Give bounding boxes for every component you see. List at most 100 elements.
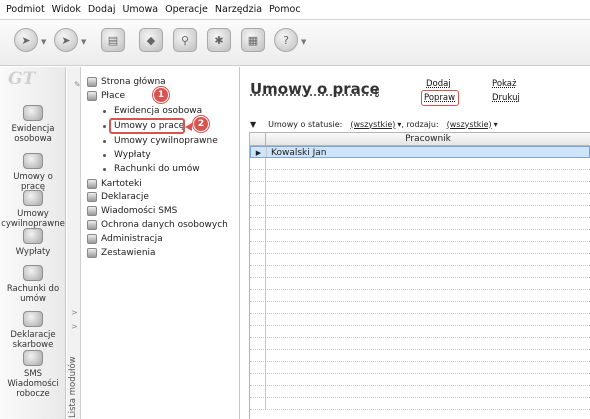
empty-row: [250, 326, 590, 338]
tree-item-deklaracje[interactable]: Deklaracje: [87, 192, 149, 202]
menu-podmiot[interactable]: Podmiot: [6, 4, 45, 15]
module-label: Umowy o pracę: [13, 172, 53, 192]
empty-cell: [266, 182, 590, 193]
menu-operacje[interactable]: Operacje: [165, 4, 208, 15]
module-umowy-o-prace[interactable]: Umowy o pracę: [0, 153, 66, 192]
row-header: [250, 194, 266, 205]
forward-dropdown-icon[interactable]: ▼: [81, 38, 86, 46]
module-deklaracje-skarbowe[interactable]: Deklaracje skarbowe: [0, 311, 66, 350]
tree-item-label: Rachunki do umów: [114, 164, 200, 174]
module-sms[interactable]: SMS Wiadomości robocze: [0, 350, 66, 399]
menu-widok[interactable]: Widok: [52, 4, 81, 15]
row-header: [250, 158, 266, 169]
module-rachunki-do-umow[interactable]: Rachunki do umów: [0, 265, 66, 304]
rodzaj-filter-select[interactable]: (wszystkie): [447, 120, 492, 129]
highlight-box-umowy-o-prace: [109, 118, 185, 134]
tree-item-wyplaty[interactable]: Wypłaty: [103, 150, 151, 160]
empty-row: [250, 182, 590, 194]
row-header: [250, 350, 266, 361]
sms-phone-icon: [23, 350, 43, 366]
chevron-down-icon[interactable]: ▾: [494, 120, 498, 129]
module-label: Rachunki do umów: [6, 284, 60, 304]
chevron-down-icon[interactable]: ▾: [374, 86, 378, 95]
empty-cell: [266, 170, 590, 181]
empty-row: [250, 266, 590, 278]
tree-item-label: Deklaracje: [101, 192, 149, 202]
module-umowy-cywilnoprawne[interactable]: Umowy cywilnoprawne: [0, 190, 66, 229]
status-filter-select[interactable]: (wszystkie): [350, 120, 395, 129]
menu-dodaj[interactable]: Dodaj: [88, 4, 116, 15]
menu-narzedzia[interactable]: Narzędzia: [215, 4, 262, 15]
bullet-icon: [103, 167, 106, 171]
add-link[interactable]: Dodaj: [426, 79, 451, 89]
row-header: [250, 290, 266, 301]
app-logo: GT: [8, 69, 36, 89]
folder-icon: [87, 179, 97, 189]
step-badge-1: 1: [153, 87, 169, 103]
search-people-icon[interactable]: ⚲: [173, 28, 197, 52]
row-header: [250, 182, 266, 193]
tree-item-label: Ewidencja osobowa: [114, 106, 203, 116]
tree-item-rachunki-do-umow[interactable]: Rachunki do umów: [103, 164, 200, 174]
tree-item-label: Ochrona danych osobowych: [101, 220, 228, 230]
chevron-right-icon[interactable]: >: [71, 322, 78, 331]
document-icon[interactable]: ▤: [101, 28, 125, 52]
empty-cell: [266, 350, 590, 361]
tree-item-strona-glowna[interactable]: Strona główna: [87, 77, 166, 87]
page-title[interactable]: Umowy o pracę: [250, 80, 380, 98]
empty-rows: [250, 158, 590, 410]
empty-row: [250, 386, 590, 398]
chevron-right-icon[interactable]: >: [71, 308, 78, 317]
menu-pomoc[interactable]: Pomoc: [269, 4, 301, 15]
tree-item-kartoteki[interactable]: Kartoteki: [87, 179, 142, 189]
tree-item-label: Wiadomości SMS: [101, 206, 178, 216]
cell-pracownik[interactable]: Kowalski Jan: [267, 147, 589, 158]
empty-cell: [266, 266, 590, 277]
report-icon: [87, 248, 97, 258]
module-wyplaty[interactable]: Wypłaty: [0, 228, 66, 257]
eraser-icon[interactable]: ◆: [139, 28, 163, 52]
tree-item-place[interactable]: Płace: [87, 91, 125, 101]
tree-item-umowy-cywilnoprawne[interactable]: Umowy cywilnoprawne: [103, 136, 218, 146]
module-ewidencja-osobowa[interactable]: Ewidencja osobowa: [0, 105, 66, 144]
print-link[interactable]: Drukuj: [492, 93, 520, 103]
back-icon[interactable]: ➤: [14, 28, 38, 52]
declaration-icon: [87, 192, 97, 202]
empty-row: [250, 362, 590, 374]
calculator-icon[interactable]: ▦: [241, 28, 265, 52]
empty-row: [250, 218, 590, 230]
empty-row: [250, 158, 590, 170]
collapse-caret-icon[interactable]: ▼: [250, 120, 256, 129]
row-header: [250, 206, 266, 217]
menu-umowa[interactable]: Umowa: [122, 4, 158, 15]
tools-icon[interactable]: ✱: [207, 28, 231, 52]
column-header-pracownik[interactable]: Pracownik: [266, 133, 590, 145]
row-header: [250, 326, 266, 337]
tree-item-ochrona-danych[interactable]: Ochrona danych osobowych: [87, 220, 228, 230]
row-header: [250, 254, 266, 265]
row-header: [250, 230, 266, 241]
row-header: [250, 302, 266, 313]
help-dropdown-icon[interactable]: ▼: [301, 38, 306, 46]
tree-item-administracja[interactable]: Administracja: [87, 234, 163, 244]
tree-item-zestawienia[interactable]: Zestawienia: [87, 248, 156, 258]
grid-header: Pracownik: [250, 133, 590, 146]
empty-row: [250, 398, 590, 410]
tree-item-ewidencja-osobowa[interactable]: Ewidencja osobowa: [103, 106, 202, 116]
row-header-corner: [250, 133, 266, 145]
tree-item-wiadomosci-sms[interactable]: Wiadomości SMS: [87, 206, 177, 216]
tree-item-label: Zestawienia: [101, 248, 156, 258]
forward-icon[interactable]: ➤: [54, 28, 78, 52]
empty-row: [250, 254, 590, 266]
pin-icon[interactable]: ✎: [74, 80, 81, 89]
arrow-icon: [185, 123, 192, 131]
empty-row: [250, 206, 590, 218]
empty-row: [250, 350, 590, 362]
empty-row: [250, 302, 590, 314]
back-dropdown-icon[interactable]: ▼: [41, 38, 46, 46]
show-link[interactable]: Pokaż: [492, 79, 516, 89]
table-row[interactable]: ▶ Kowalski Jan: [250, 146, 590, 158]
empty-cell: [266, 254, 590, 265]
help-icon[interactable]: ?: [274, 28, 298, 52]
row-header: [250, 398, 266, 409]
